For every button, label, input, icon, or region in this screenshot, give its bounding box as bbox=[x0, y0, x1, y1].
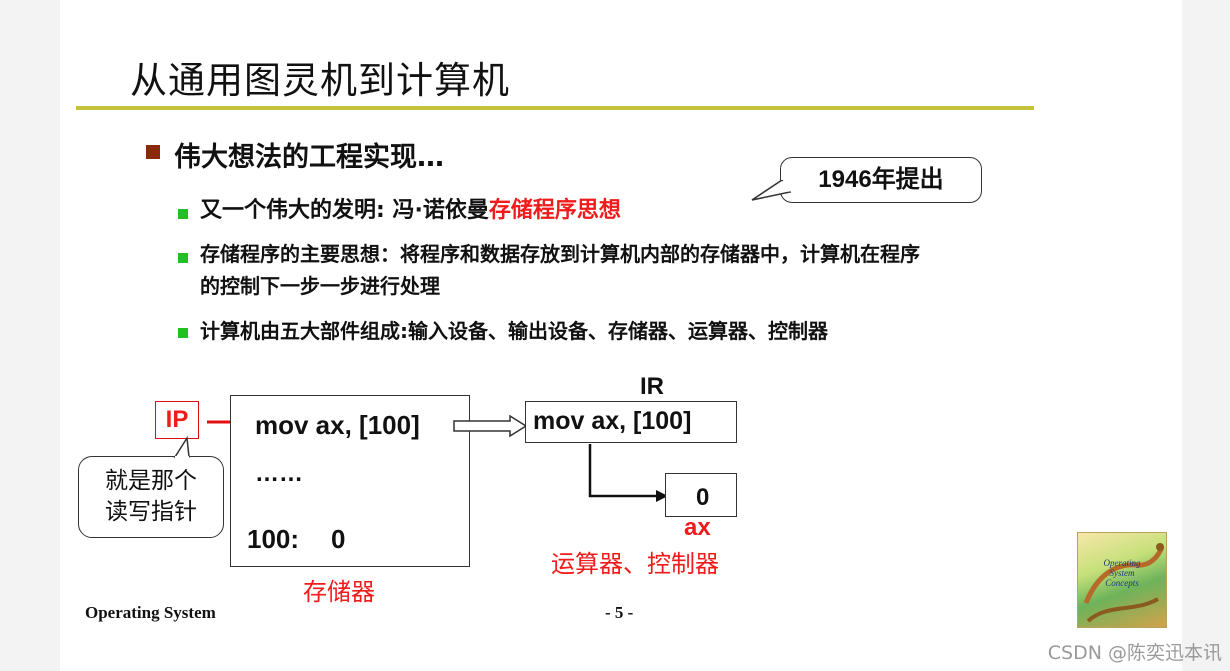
sub-bullet-1-highlight: 存储程序思想 bbox=[488, 198, 621, 223]
sub-bullet-2-line2: 的控制下一步一步进行处理 bbox=[200, 274, 440, 298]
pointer-note-line1: 就是那个 bbox=[105, 468, 197, 494]
slide: 从通用图灵机到计算机 伟大想法的工程实现… 1946年提出 又一个伟大的发明: … bbox=[60, 0, 1182, 671]
pointer-note: 就是那个 读写指针 bbox=[78, 456, 224, 538]
sub-bullet-2: 存储程序的主要思想：将程序和数据存放到计算机内部的存储器中，计算机在程序 的控制… bbox=[200, 238, 920, 302]
slide-title: 从通用图灵机到计算机 bbox=[130, 59, 510, 102]
pointer-note-line2: 读写指针 bbox=[105, 499, 197, 525]
fetch-arrow-icon bbox=[453, 414, 528, 438]
sub-bullet-3: 计算机由五大部件组成:输入设备、输出设备、存储器、运算器、控制器 bbox=[200, 319, 828, 343]
callout-tail-icon bbox=[751, 180, 792, 201]
title-underline bbox=[76, 106, 1034, 110]
ip-register: IP bbox=[155, 401, 199, 439]
sub-bullet-icon bbox=[178, 328, 188, 338]
book-cover-image: Operating System Concepts bbox=[1077, 532, 1167, 628]
sub-bullet-icon bbox=[178, 209, 188, 219]
ir-instruction: mov ax, [100] bbox=[533, 407, 692, 435]
memory-label: 存储器 bbox=[303, 578, 375, 606]
sub-bullet-1: 又一个伟大的发明: 冯·诺依曼存储程序思想 bbox=[200, 195, 621, 227]
ir-register: mov ax, [100] bbox=[525, 401, 737, 443]
memory-address: 100: bbox=[247, 524, 300, 554]
callout-1946: 1946年提出 bbox=[780, 157, 982, 203]
ir-label: IR bbox=[640, 373, 664, 400]
ax-register: 0 bbox=[665, 473, 737, 517]
ax-label: ax bbox=[684, 514, 711, 541]
memory-instruction: mov ax, [100] bbox=[255, 410, 420, 440]
sub-bullet-1-text: 又一个伟大的发明: 冯·诺依曼 bbox=[200, 198, 489, 223]
bullet-main: 伟大想法的工程实现… bbox=[174, 142, 444, 173]
ax-value: 0 bbox=[696, 484, 710, 511]
memory-ellipsis: …… bbox=[255, 460, 303, 487]
alu-control-label: 运算器、控制器 bbox=[551, 550, 719, 578]
footer-page-number: - 5 - bbox=[605, 603, 634, 622]
book-title: Operating System Concepts bbox=[1103, 558, 1141, 588]
sub-bullet-2-line1: 存储程序的主要思想：将程序和数据存放到计算机内部的存储器中，计算机在程序 bbox=[200, 242, 920, 266]
footer-course: Operating System bbox=[85, 603, 216, 622]
bullet-square-icon bbox=[146, 145, 160, 159]
watermark: CSDN @陈奕迅本讯 bbox=[1047, 642, 1222, 664]
memory-value: 0 bbox=[331, 524, 346, 554]
pointer-note-tail-icon bbox=[173, 436, 190, 459]
sub-bullet-icon bbox=[178, 253, 188, 263]
memory-box: mov ax, [100] …… 100: 0 bbox=[230, 395, 470, 567]
